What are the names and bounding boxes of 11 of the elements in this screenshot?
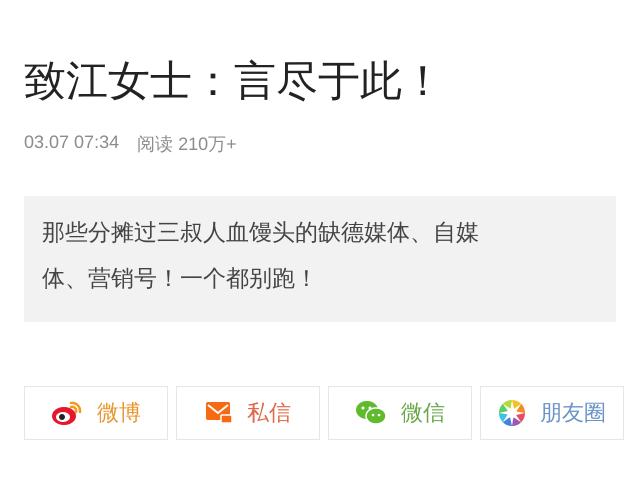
publish-time: 03.07 07:34 [24, 132, 120, 154]
share-button[interactable]: 微信 [328, 386, 472, 440]
read-count: 阅读 210万+ [137, 133, 237, 156]
chat-bubbles-icon [355, 400, 387, 426]
aperture-icon [498, 399, 526, 427]
share-button[interactable]: 私信 [176, 386, 320, 440]
summary-text: 那些分摊过三叔人血馒头的缺德媒体、自媒体、营销号！一个都别跑！ [42, 219, 480, 294]
share-button[interactable]: 朋友圈 [480, 386, 624, 440]
weibo-icon [51, 399, 83, 427]
article-title: 致江女士：言尽于此！ [24, 55, 445, 107]
share-button[interactable]: 微博 [24, 386, 168, 440]
